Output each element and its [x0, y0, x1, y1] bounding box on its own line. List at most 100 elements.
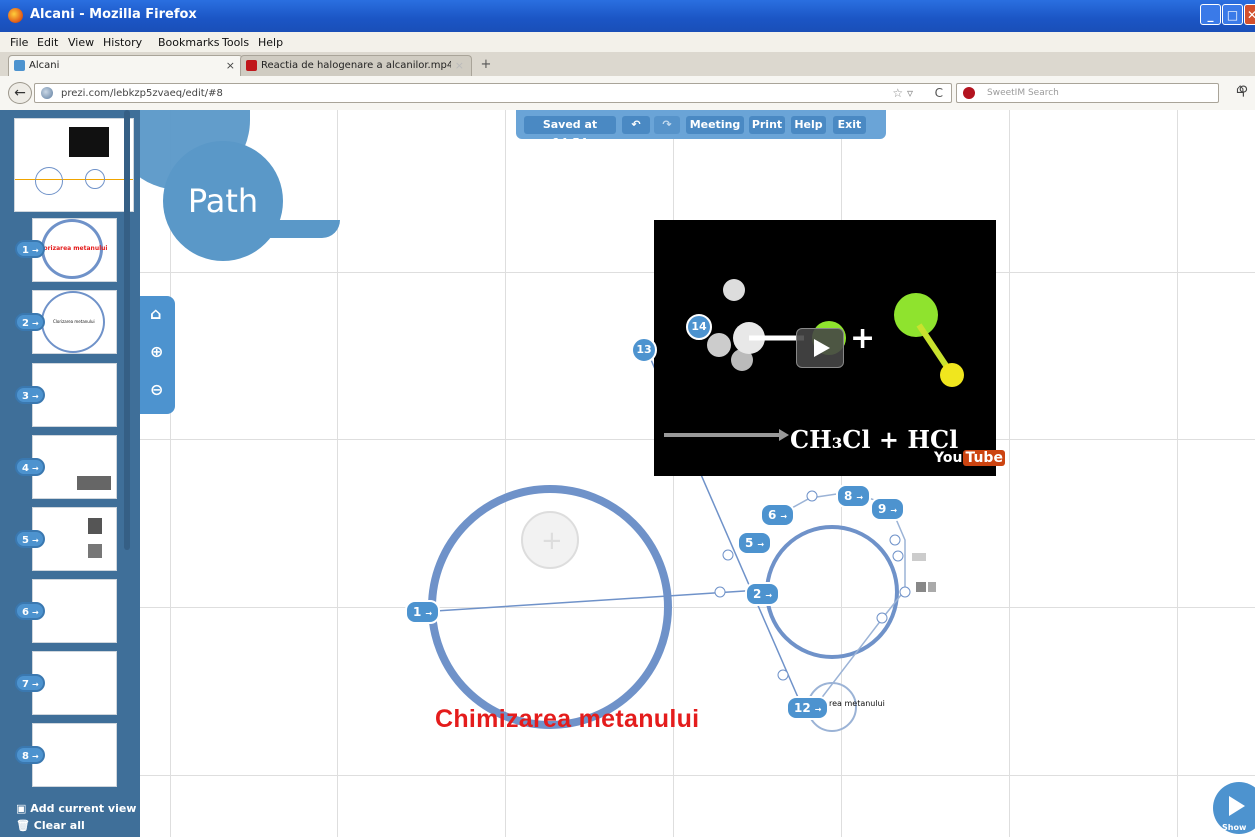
path-step-1[interactable]: 1 → [15, 240, 45, 258]
youtube-video-embed[interactable]: + CH₃Cl + HCl You Tube [654, 220, 1005, 476]
bookmark-star-icon[interactable]: ☆ ▿ [892, 86, 913, 100]
menu-bar: File Edit View History Bookmarks Tools H… [0, 32, 1255, 52]
path-node-14[interactable]: 14 [686, 314, 712, 340]
path-node-8[interactable]: 8 → [836, 484, 872, 508]
tab-close-icon[interactable]: × [226, 59, 235, 72]
path-line [419, 589, 761, 613]
path-button[interactable]: Path [163, 141, 283, 261]
home-icon[interactable]: ⌂ [1236, 82, 1244, 97]
maximize-button[interactable]: □ [1222, 4, 1243, 25]
show-label: Show [1222, 823, 1247, 832]
path-dot [722, 549, 734, 561]
add-view-label: Add current view [30, 802, 137, 815]
menu-tools[interactable]: Tools [222, 36, 249, 49]
thumb-image [77, 476, 111, 490]
path-node-6[interactable]: 6 → [760, 503, 796, 527]
tab-close-icon[interactable]: × [455, 59, 464, 72]
thumb-circle [35, 167, 63, 195]
search-placeholder: SweetIM Search [987, 88, 1059, 98]
step-number: 3 [22, 391, 29, 402]
exit-button[interactable]: Exit [833, 116, 866, 134]
sidebar-scrollbar[interactable] [124, 110, 130, 550]
minimize-button[interactable]: _ [1200, 4, 1221, 25]
path-step-6[interactable]: 6 → [15, 602, 45, 620]
add-placeholder-plus: + [541, 526, 563, 556]
clear-all-button[interactable]: 🗑 Clear all [16, 819, 85, 832]
overview-thumbnail[interactable] [14, 118, 134, 212]
path-step-8[interactable]: 8 → [15, 746, 45, 764]
path-dot [899, 586, 911, 598]
tab-label: Reactia de halogenare a alcanilor.mp4 - … [261, 60, 451, 71]
add-current-view-button[interactable]: ▣ Add current view [16, 802, 136, 815]
search-input[interactable]: SweetIM Search ⚲ [956, 83, 1248, 103]
prezi-favicon-icon [14, 60, 25, 71]
tab-alcani[interactable]: Alcani × [8, 55, 243, 76]
title-bar: Alcani - Mozilla Firefox _ □ ✕ [0, 0, 1255, 32]
url-text: prezi.com/lebkzp5zvaeq/edit/#8 [61, 88, 223, 99]
thumb-image [88, 544, 102, 558]
path-node-5[interactable]: 5 → [737, 531, 773, 555]
new-tab-button[interactable]: + [476, 57, 496, 74]
play-button[interactable] [796, 328, 844, 368]
path-node-2[interactable]: 2 → [745, 582, 781, 606]
redo-button[interactable]: ↷ [654, 116, 680, 134]
tab-youtube-video[interactable]: Reactia de halogenare a alcanilor.mp4 - … [240, 55, 472, 76]
path-step-2[interactable]: 2 → [15, 313, 45, 331]
step-number: 1 [22, 245, 29, 256]
navigation-bar: ← prezi.com/lebkzp5zvaeq/edit/#8 ☆ ▿ C S… [0, 76, 1255, 111]
path-step-3[interactable]: 3 → [15, 386, 45, 404]
menu-help[interactable]: Help [258, 36, 283, 49]
path-node-12[interactable]: 12 → [786, 696, 830, 720]
tab-bar: Alcani × Reactia de halogenare a alcanil… [0, 52, 1255, 77]
step-number: 4 [22, 463, 29, 474]
address-bar[interactable]: prezi.com/lebkzp5zvaeq/edit/#8 ☆ ▿ C [34, 83, 952, 103]
chemical-formula: CH₃Cl + HCl [790, 425, 959, 454]
zoom-out-icon[interactable]: ⊖ [150, 380, 163, 399]
step-number: 5 [22, 535, 29, 546]
close-window-button[interactable]: ✕ [1244, 4, 1255, 25]
path-step-7[interactable]: 7 → [15, 674, 45, 692]
path-node-number: 6 [768, 508, 777, 522]
back-button[interactable]: ← [8, 82, 32, 104]
thumb-line [15, 179, 133, 180]
step-number: 6 [22, 607, 29, 618]
svg-text:+: + [850, 321, 875, 356]
zoom-in-icon[interactable]: ⊕ [150, 342, 163, 361]
path-node-1[interactable]: 1 → [405, 600, 441, 624]
reload-icon[interactable]: C [935, 86, 943, 100]
youtube-favicon-icon [246, 60, 257, 71]
path-node-number: 9 [878, 502, 887, 516]
path-node-9[interactable]: 9 → [870, 497, 906, 521]
thumb-circle [85, 169, 105, 189]
home-view-icon[interactable]: ⌂ [150, 304, 161, 323]
path-step-5[interactable]: 5 → [15, 530, 45, 548]
menu-bookmarks[interactable]: Bookmarks [158, 36, 219, 49]
firefox-logo-icon [8, 8, 23, 23]
undo-button[interactable]: ↶ [622, 116, 650, 134]
clear-all-label: Clear all [33, 819, 85, 832]
prezi-toolbar: Saved at 14:54 ↶ ↷ Meeting Print Help Ex… [516, 110, 886, 149]
mini-image [912, 553, 926, 561]
print-button[interactable]: Print [749, 116, 785, 134]
menu-view[interactable]: View [68, 36, 94, 49]
thumb-text: Clorizarea metanului [53, 319, 95, 324]
menu-edit[interactable]: Edit [37, 36, 58, 49]
path-dot [876, 612, 888, 624]
menu-history[interactable]: History [103, 36, 142, 49]
meeting-button[interactable]: Meeting [686, 116, 744, 134]
help-button[interactable]: Help [791, 116, 826, 134]
menu-file[interactable]: File [10, 36, 28, 49]
youtube-logo-tube: Tube [963, 450, 1005, 466]
path-node-13[interactable]: 13 [631, 337, 657, 363]
search-engine-icon[interactable] [963, 87, 975, 99]
path-step-4[interactable]: 4 → [15, 458, 45, 476]
thumb-video [69, 127, 109, 157]
path-dot [892, 550, 904, 562]
path-node-number: 1 [413, 605, 422, 619]
youtube-logo-you: You [934, 450, 963, 466]
slide-title-red[interactable]: Chimizarea metanului [435, 705, 699, 734]
saved-status: Saved at 14:54 [524, 116, 616, 149]
window-title: Alcani - Mozilla Firefox [30, 7, 197, 22]
path-node-number: 8 [844, 489, 853, 503]
small-frame-circle [765, 525, 899, 659]
